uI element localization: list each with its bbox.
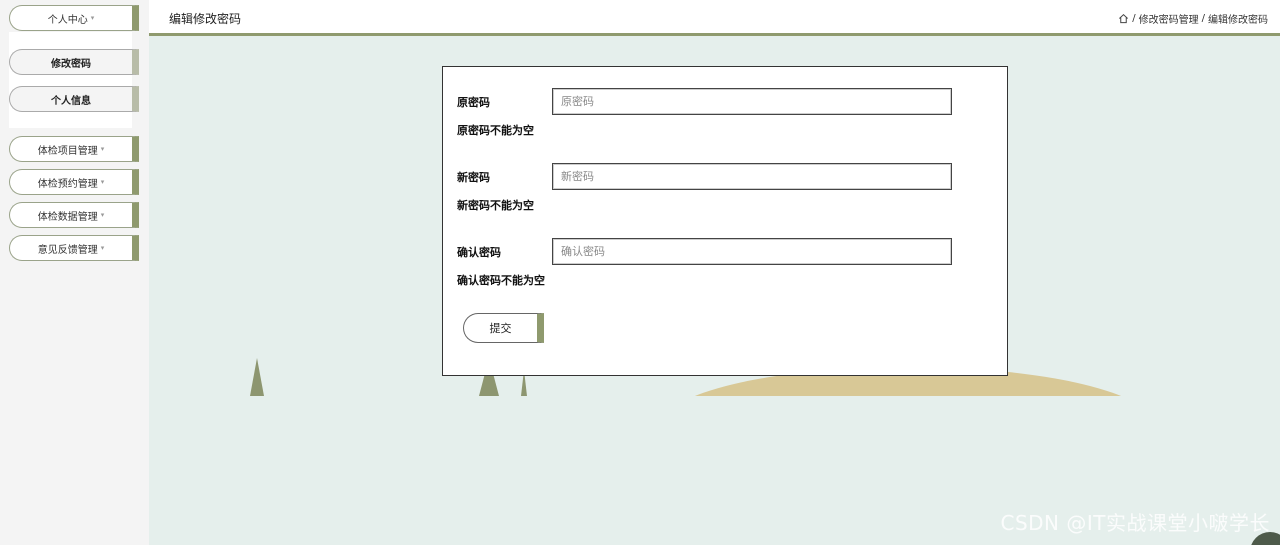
confirm-password-label: 确认密码 xyxy=(457,246,501,259)
new-password-input[interactable] xyxy=(552,163,952,190)
tree-decoration xyxy=(250,358,264,396)
sidebar-subitem-change-password[interactable]: 修改密码 xyxy=(9,49,139,75)
old-password-input[interactable] xyxy=(552,88,952,115)
submit-button[interactable]: 提交 xyxy=(463,313,544,343)
sidebar-item-label: 个人中心 xyxy=(47,14,88,26)
sidebar-subitem-label: 个人信息 xyxy=(51,95,91,107)
sidebar-item-exam-items[interactable]: 体检项目管理 ▾ xyxy=(9,136,139,162)
confirm-password-error: 确认密码不能为空 xyxy=(457,274,545,287)
old-password-label: 原密码 xyxy=(457,96,490,109)
header: 编辑修改密码 / 修改密码管理 / 编辑修改密码 xyxy=(149,0,1280,36)
chevron-down-icon: ▾ xyxy=(100,211,105,219)
breadcrumb-item[interactable]: 修改密码管理 xyxy=(1139,11,1199,26)
sidebar-subitem-personal-info[interactable]: 个人信息 xyxy=(9,86,139,112)
home-icon[interactable] xyxy=(1118,13,1129,24)
sidebar: 个人中心 ▾ 修改密码 个人信息 体检项目管理 ▾ 体检预约管理 ▾ 体检数据管… xyxy=(0,0,149,545)
confirm-password-input[interactable] xyxy=(552,238,952,265)
old-password-error: 原密码不能为空 xyxy=(457,124,534,137)
sidebar-item-label: 体检数据管理 xyxy=(37,211,98,223)
new-password-label: 新密码 xyxy=(457,171,490,184)
page-title: 编辑修改密码 xyxy=(169,12,242,26)
breadcrumb-current: 编辑修改密码 xyxy=(1208,15,1268,26)
breadcrumb: / 修改密码管理 / 编辑修改密码 xyxy=(1118,11,1268,26)
sidebar-item-feedback[interactable]: 意见反馈管理 ▾ xyxy=(9,235,139,261)
sidebar-item-label: 意见反馈管理 xyxy=(37,244,98,256)
sidebar-item-exam-data[interactable]: 体检数据管理 ▾ xyxy=(9,202,139,228)
sidebar-subitem-label: 修改密码 xyxy=(51,58,91,70)
watermark: CSDN @IT实战课堂小啵学长 xyxy=(1000,511,1270,535)
chevron-down-icon: ▾ xyxy=(100,145,105,153)
sidebar-item-label: 体检项目管理 xyxy=(37,145,98,157)
sidebar-item-label: 体检预约管理 xyxy=(37,178,98,190)
chevron-down-icon: ▾ xyxy=(100,244,105,252)
chevron-down-icon: ▾ xyxy=(90,14,95,22)
chevron-down-icon: ▾ xyxy=(100,178,105,186)
new-password-error: 新密码不能为空 xyxy=(457,199,534,212)
breadcrumb-separator: / xyxy=(1132,13,1136,24)
submenu-panel xyxy=(9,32,132,128)
sidebar-item-personal-center[interactable]: 个人中心 ▾ xyxy=(9,5,139,31)
change-password-form: 原密码 原密码不能为空 新密码 新密码不能为空 确认密码 确认密码不能为空 提交 xyxy=(442,66,1008,376)
sidebar-item-exam-booking[interactable]: 体检预约管理 ▾ xyxy=(9,169,139,195)
breadcrumb-separator: / xyxy=(1201,13,1205,24)
